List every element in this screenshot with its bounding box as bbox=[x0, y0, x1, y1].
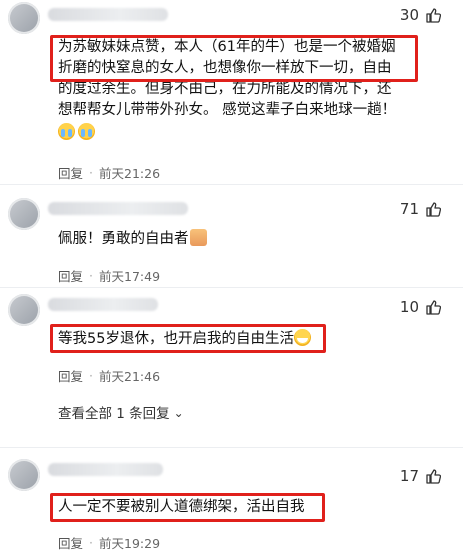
emoji-row bbox=[58, 123, 396, 144]
view-all-label: 查看全部 1 条回复 bbox=[58, 406, 170, 422]
reply-button[interactable]: 回复 bbox=[58, 163, 83, 182]
thumbs-up-emoji-icon bbox=[189, 229, 207, 246]
like-count: 10 bbox=[399, 298, 419, 316]
separator-dot: · bbox=[89, 268, 93, 283]
divider bbox=[0, 287, 463, 288]
separator-dot: · bbox=[89, 165, 93, 180]
like-count: 17 bbox=[399, 467, 419, 485]
highlight-box bbox=[50, 35, 418, 82]
thumbs-up-icon bbox=[426, 469, 441, 484]
like-count: 71 bbox=[399, 200, 419, 218]
like-button[interactable]: 71 bbox=[400, 200, 441, 218]
comment-text-content: 佩服！勇敢的自由者 bbox=[58, 231, 189, 247]
crying-face-icon bbox=[58, 123, 75, 140]
username-blurred[interactable] bbox=[48, 298, 158, 311]
thumbs-up-icon bbox=[426, 300, 441, 315]
username-blurred[interactable] bbox=[48, 463, 163, 476]
comment-meta: 回复 · 前天17:49 bbox=[58, 266, 160, 285]
comment-text: 佩服！勇敢的自由者 bbox=[58, 229, 207, 250]
timestamp: 前天21:26 bbox=[99, 166, 161, 181]
avatar[interactable] bbox=[8, 459, 40, 491]
highlight-box bbox=[50, 493, 325, 522]
reply-button[interactable]: 回复 bbox=[58, 266, 83, 285]
divider bbox=[0, 184, 463, 185]
avatar[interactable] bbox=[8, 198, 40, 230]
comment-line: 的度过余生。但身不由己，在力所能及的情况下，还 bbox=[58, 81, 392, 97]
timestamp: 前天17:49 bbox=[99, 269, 161, 284]
like-button[interactable]: 10 bbox=[400, 298, 441, 316]
thumbs-up-icon bbox=[426, 202, 441, 217]
chevron-down-icon: ⌄ bbox=[173, 406, 184, 420]
like-button[interactable]: 30 bbox=[400, 6, 441, 24]
separator-dot: · bbox=[89, 368, 93, 383]
timestamp: 前天21:46 bbox=[99, 369, 161, 384]
separator-dot: · bbox=[89, 535, 93, 550]
highlight-box bbox=[50, 324, 326, 353]
comment-line: 想帮帮女儿带带外孙女。 感觉这辈子白来地球一趟！ bbox=[58, 102, 397, 118]
timestamp: 前天19:29 bbox=[99, 536, 161, 551]
avatar[interactable] bbox=[8, 294, 40, 326]
view-all-replies-button[interactable]: 查看全部 1 条回复 ⌄ bbox=[58, 402, 184, 422]
reply-button[interactable]: 回复 bbox=[58, 366, 83, 385]
divider bbox=[0, 447, 463, 448]
like-button[interactable]: 17 bbox=[400, 467, 441, 485]
thumbs-up-icon bbox=[426, 8, 441, 23]
crying-face-icon bbox=[78, 123, 95, 140]
username-blurred[interactable] bbox=[48, 202, 188, 215]
reply-button[interactable]: 回复 bbox=[58, 533, 83, 552]
comment-meta: 回复 · 前天19:29 bbox=[58, 533, 160, 552]
avatar[interactable] bbox=[8, 2, 40, 34]
comment-meta: 回复 · 前天21:46 bbox=[58, 366, 160, 385]
username-blurred[interactable] bbox=[48, 8, 168, 21]
like-count: 30 bbox=[399, 6, 419, 24]
comment-meta: 回复 · 前天21:26 bbox=[58, 163, 160, 182]
